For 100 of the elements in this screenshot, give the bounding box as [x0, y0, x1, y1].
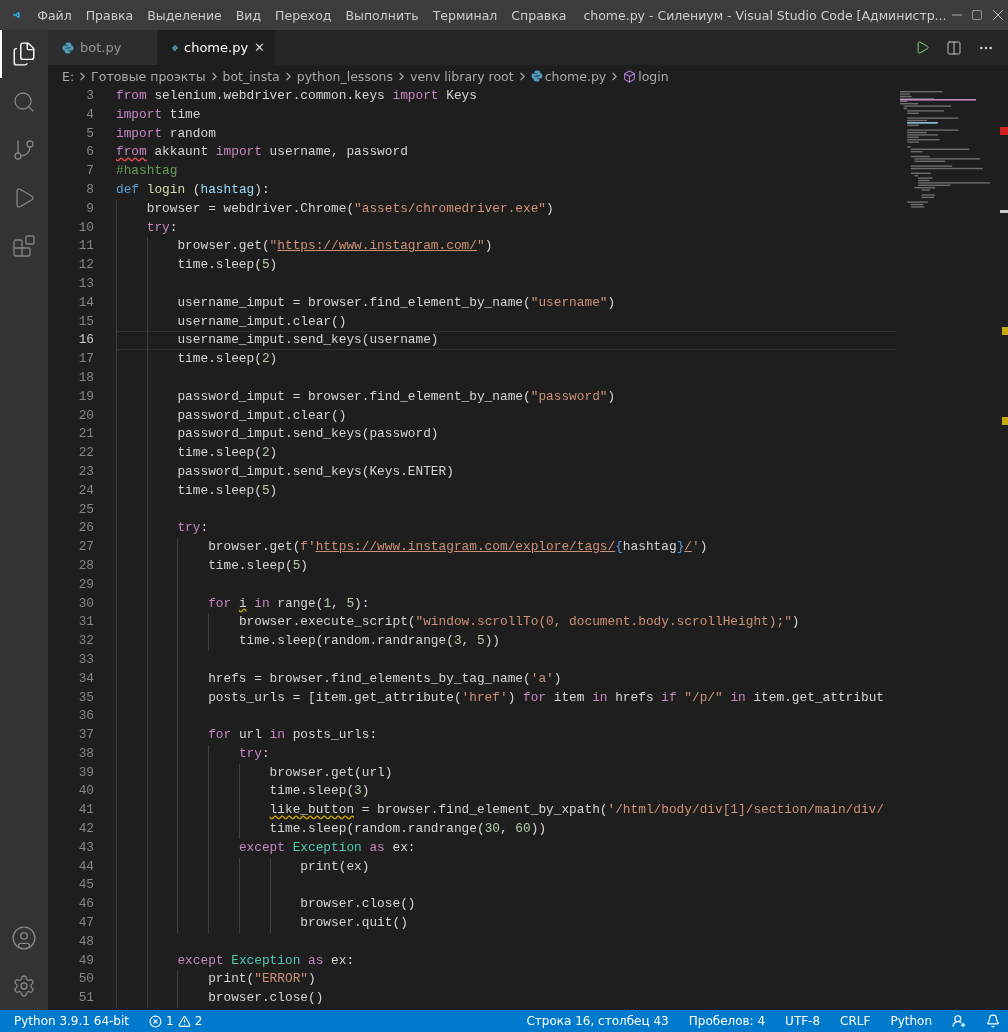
code-line: try: — [176, 520, 209, 536]
code-line: username_imput.clear() — [176, 313, 347, 329]
line-number: 42 — [77, 820, 95, 839]
settings-icon[interactable] — [12, 974, 36, 998]
menu-item[interactable]: Переход — [268, 7, 339, 23]
editor-tab[interactable]: chome.py ✕ — [158, 30, 276, 65]
breadcrumb-item[interactable]: venv library root — [410, 68, 514, 84]
code-line: username_imput.send_keys(username) — [176, 332, 439, 348]
status-item[interactable]: CRLF — [840, 1014, 871, 1028]
code-line: password_imput = browser.find_element_by_name("password") — [176, 388, 616, 404]
line-number: 29 — [77, 575, 95, 594]
line-number: 32 — [77, 632, 95, 651]
split-editor-icon[interactable] — [946, 39, 962, 56]
line-number: 26 — [77, 519, 95, 538]
breadcrumb-item[interactable]: bot_insta — [222, 68, 280, 84]
error-icon[interactable] — [149, 1014, 162, 1028]
line-number: 49 — [77, 951, 95, 970]
code-line: print("ERROR") — [207, 971, 316, 987]
code-line: browser = webdriver.Chrome("assets/chromedriver.exe") — [145, 200, 554, 216]
status-item[interactable]: Python — [890, 1014, 932, 1028]
line-number: 19 — [77, 387, 95, 406]
run-icon[interactable] — [914, 40, 930, 55]
status-item[interactable]: UTF-8 — [785, 1014, 821, 1028]
menu-item[interactable]: Справка — [504, 7, 574, 23]
account-icon[interactable] — [11, 925, 37, 951]
line-number: 6 — [85, 143, 95, 162]
line-number: 46 — [77, 895, 95, 914]
code-line: time.sleep(3) — [268, 783, 370, 799]
python-file-icon — [530, 70, 543, 82]
interpreter-status[interactable]: Python 3.9.1 64-bit — [14, 1014, 129, 1028]
line-number: 36 — [77, 707, 95, 726]
menu-item[interactable]: Правка — [78, 7, 141, 23]
line-number: 27 — [77, 538, 95, 557]
code-line: browser.get("https://www.instagram.com/") — [176, 238, 493, 254]
extensions-icon[interactable] — [12, 234, 36, 258]
code-line: time.sleep(2) — [176, 445, 278, 461]
code-line: like_button = browser.find_element_by_xpath('/html/body/div[1]/section/main/div/ — [268, 802, 884, 818]
code-line: time.sleep(2) — [176, 351, 278, 367]
line-number: 50 — [77, 970, 95, 989]
menu-item[interactable]: Файл — [30, 7, 79, 23]
code-line: browser.quit() — [299, 915, 408, 931]
line-number: 17 — [77, 350, 95, 369]
explorer-icon[interactable] — [11, 41, 37, 67]
menu-item[interactable]: Выделение — [140, 7, 229, 23]
code-line: time.sleep(5) — [207, 557, 308, 573]
code-line: except Exception as ex: — [176, 952, 355, 968]
warning-icon[interactable] — [177, 1014, 191, 1028]
menu-item[interactable]: Выполнить — [338, 7, 426, 23]
search-icon[interactable] — [12, 90, 36, 114]
code-line: time.sleep(random.randrange(30, 60)) — [268, 821, 547, 837]
breadcrumb-item[interactable]: login — [638, 68, 669, 84]
line-number: 23 — [77, 462, 95, 481]
menu-item[interactable]: Вид — [228, 7, 269, 23]
breadcrumb-item[interactable]: E: — [62, 68, 75, 84]
code-line: hrefs = browser.find_elements_by_tag_name('a') — [207, 670, 562, 686]
code-line: password_imput.send_keys(password) — [176, 426, 439, 442]
line-number: 31 — [77, 613, 95, 632]
line-number: 22 — [77, 444, 95, 463]
code-line: time.sleep(5) — [176, 482, 278, 498]
squiggle-underlined-code: i — [238, 595, 247, 611]
menu-item[interactable]: Терминал — [425, 7, 505, 23]
line-number: 18 — [77, 368, 95, 387]
line-number: 45 — [77, 876, 95, 895]
error-count[interactable]: 1 — [166, 1014, 174, 1028]
code-line: from akkaunt import username, password — [116, 144, 408, 160]
status-item[interactable]: Пробелов: 4 — [688, 1014, 766, 1028]
line-number: 43 — [77, 838, 95, 857]
line-number: 41 — [77, 801, 95, 820]
line-number: 30 — [77, 594, 95, 613]
code-line: browser.close() — [207, 990, 324, 1006]
line-number: 13 — [77, 274, 95, 293]
breadcrumb-item[interactable]: chome.py — [544, 68, 607, 84]
breadcrumb-item[interactable]: python_lessons — [296, 68, 393, 84]
line-number: 4 — [85, 105, 95, 124]
warning-count[interactable]: 2 — [194, 1014, 203, 1028]
breadcrumb-item[interactable]: Готовые проэкты — [91, 68, 206, 84]
code-line: import time — [116, 106, 201, 122]
editor-tab[interactable]: bot.py — [48, 30, 158, 65]
code-line: browser.get(url) — [268, 764, 393, 780]
line-number: 14 — [77, 293, 95, 312]
window-title: chome.py - Силениум - Visual Studio Code [Администр... — [583, 7, 947, 23]
code-line: posts_urls = [item.get_attribute('href') for item in hrefs if "/p/" in item.get_attribut — [207, 689, 884, 705]
maximize-icon[interactable] — [971, 9, 984, 21]
line-number: 28 — [77, 556, 95, 575]
code-line: #hashtag — [116, 163, 178, 179]
line-number: 12 — [77, 256, 95, 275]
line-number: 3 — [85, 87, 95, 105]
line-number: 11 — [77, 237, 95, 256]
code-line: for i in range(1, 5): — [207, 595, 370, 611]
line-number: 34 — [77, 669, 95, 688]
cube-icon — [623, 69, 637, 83]
python-file-icon — [62, 41, 74, 54]
source-control-icon[interactable] — [12, 138, 36, 162]
bell-icon[interactable] — [986, 1014, 1000, 1028]
line-number: 9 — [85, 199, 95, 218]
status-item[interactable]: Строка 16, столбец 43 — [526, 1014, 669, 1028]
close-tab-icon[interactable]: ✕ — [254, 40, 265, 55]
line-number: 16 — [77, 331, 95, 350]
feedback-icon[interactable] — [952, 1014, 966, 1028]
line-number: 20 — [77, 406, 95, 425]
